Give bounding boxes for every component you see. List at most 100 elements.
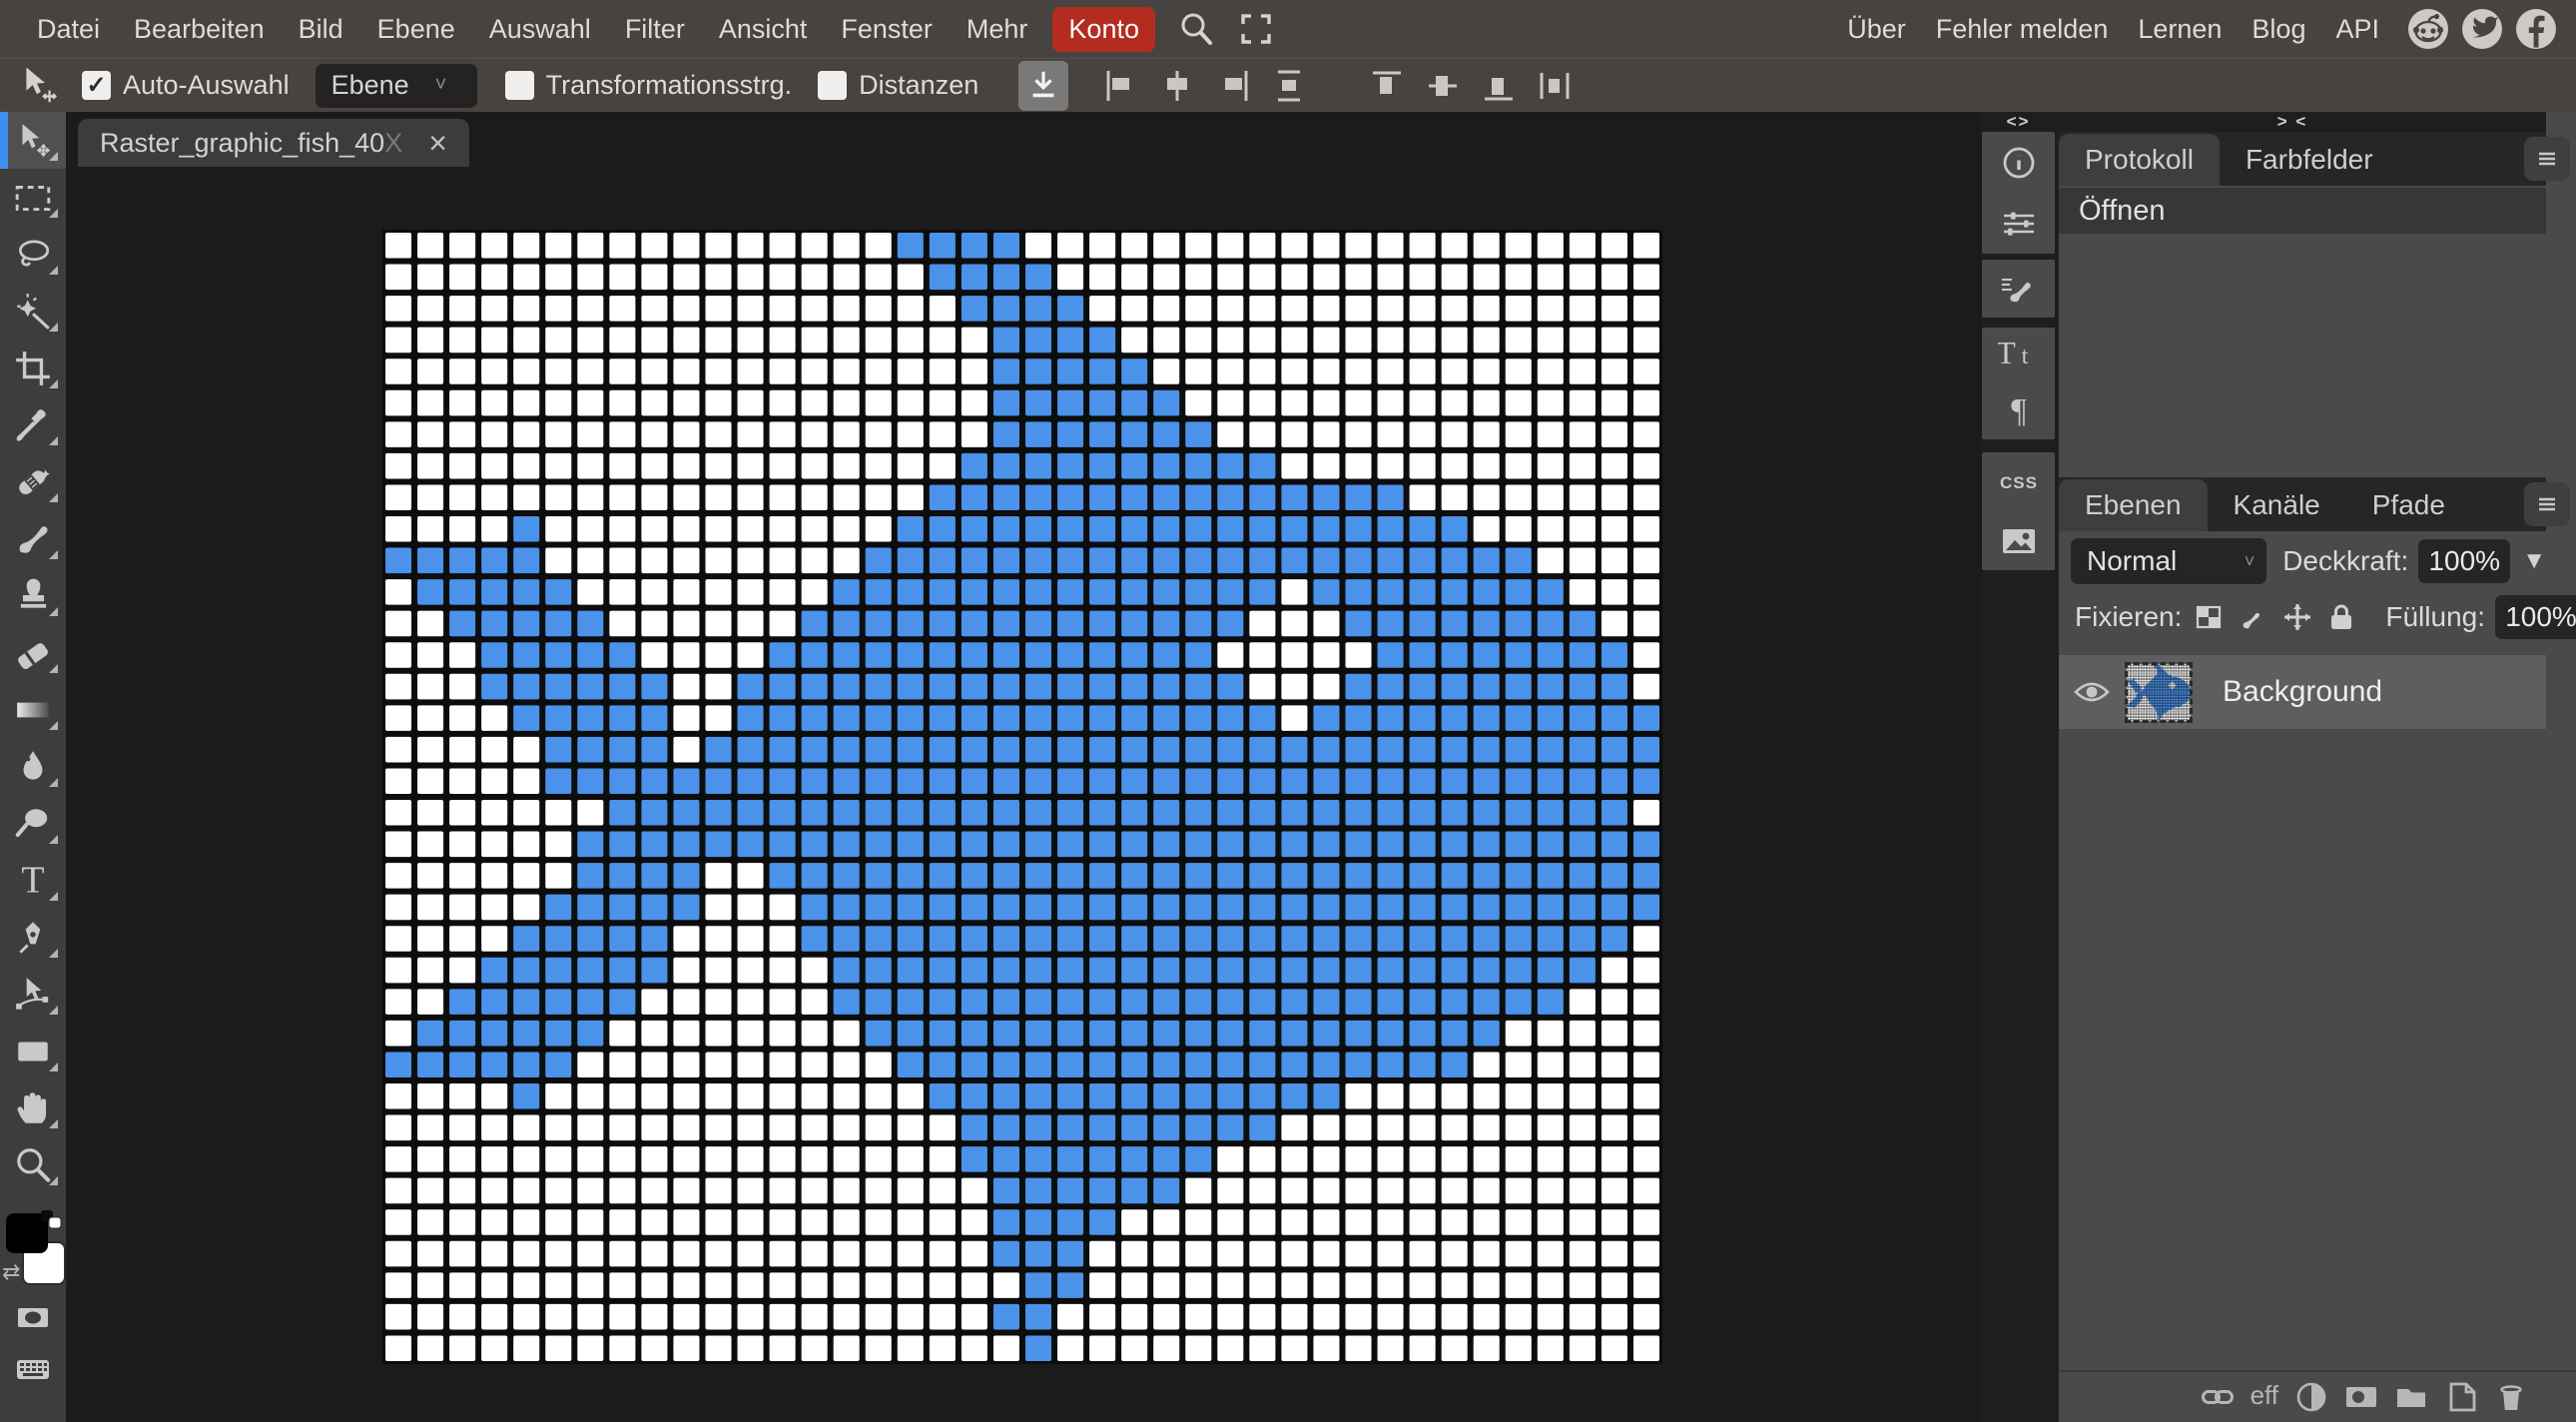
search-icon[interactable]	[1177, 10, 1215, 48]
layer-row-background[interactable]: Background	[2059, 655, 2546, 729]
checkbox-unchecked-icon	[818, 71, 848, 100]
strip-group	[1982, 132, 2055, 254]
lock-move-icon[interactable]	[2281, 601, 2325, 633]
align-middle-icon[interactable]	[1424, 67, 1462, 105]
photopea-window: Datei Bearbeiten Bild Ebene Auswahl Filter Ans…	[0, 0, 2576, 1422]
crop-tool[interactable]	[0, 340, 66, 396]
lock-transparency-icon[interactable]	[2194, 601, 2238, 633]
type-tool-icon: T	[13, 861, 53, 901]
hand-tool[interactable]	[0, 1079, 66, 1136]
menu-link-blog[interactable]: Blog	[2237, 14, 2320, 45]
rect-shape-tool[interactable]	[0, 1023, 66, 1079]
move-tool[interactable]	[0, 112, 66, 169]
tab-ebenen[interactable]: Ebenen	[2059, 479, 2208, 531]
zoom-tool[interactable]	[0, 1136, 66, 1193]
align-left-icon[interactable]	[1102, 67, 1140, 105]
menu-item-bearbeiten[interactable]: Bearbeiten	[117, 14, 282, 45]
spot-heal-tool[interactable]	[0, 453, 66, 510]
info-panel-icon[interactable]	[1998, 142, 2040, 184]
close-icon[interactable]: ×	[428, 127, 447, 159]
align-top-icon[interactable]	[1368, 67, 1406, 105]
delete-icon[interactable]	[2494, 1380, 2528, 1414]
default-colors-icon[interactable]	[40, 1209, 62, 1229]
layer-thumbnail-image	[2127, 663, 2191, 721]
paragraph-panel-icon[interactable]: ¶	[1998, 390, 2040, 432]
reddit-icon[interactable]	[2408, 9, 2448, 49]
target-select-dropdown[interactable]: Ebene ˅	[315, 63, 477, 108]
fill-value[interactable]: 100%	[2495, 595, 2576, 639]
menu-item-datei[interactable]: Datei	[20, 14, 117, 45]
fullscreen-icon[interactable]	[1237, 10, 1275, 48]
clone-stamp-tool[interactable]	[0, 567, 66, 624]
collapse-strip-toggle[interactable]: <>	[1982, 112, 2055, 132]
layer-visibility-eye-icon[interactable]	[2073, 677, 2111, 707]
color-swatches[interactable]: ⇄	[0, 1207, 66, 1291]
align-right-icon[interactable]	[1214, 67, 1252, 105]
history-item-open[interactable]: Öffnen	[2059, 188, 2546, 234]
menu-link-über[interactable]: Über	[1832, 14, 1921, 45]
new-layer-icon[interactable]	[2444, 1380, 2478, 1414]
effects-button[interactable]: eff	[2251, 1380, 2278, 1414]
tab-pfade[interactable]: Pfade	[2346, 479, 2471, 531]
menu-link-api[interactable]: API	[2320, 14, 2394, 45]
rect-select-tool[interactable]	[0, 169, 66, 226]
menu-item-ansicht[interactable]: Ansicht	[702, 14, 825, 45]
layers-panel-menu-button[interactable]	[2524, 482, 2570, 526]
keyboard-shortcuts-button[interactable]	[0, 1343, 66, 1395]
auto-align-button[interactable]	[1018, 60, 1069, 111]
menu-link-fehler-melden[interactable]: Fehler melden	[1921, 14, 2124, 45]
magic-wand-tool[interactable]	[0, 283, 66, 340]
quick-mask-button[interactable]	[0, 1291, 66, 1343]
mask-icon[interactable]	[2344, 1380, 2378, 1414]
swap-colors-icon[interactable]: ⇄	[2, 1259, 20, 1285]
lasso-tool[interactable]	[0, 226, 66, 283]
blur-tool[interactable]	[0, 738, 66, 795]
gradient-tool[interactable]	[0, 681, 66, 738]
menu-item-bild[interactable]: Bild	[282, 14, 360, 45]
menu-item-fenster[interactable]: Fenster	[824, 14, 950, 45]
facebook-icon[interactable]	[2516, 9, 2556, 49]
tab-protokoll[interactable]: Protokoll	[2059, 134, 2220, 186]
align-bottom-icon[interactable]	[1480, 67, 1518, 105]
checkbox-unchecked-icon	[504, 71, 534, 100]
transform-controls-checkbox[interactable]: Transformationsstrg.	[504, 70, 792, 101]
distances-checkbox[interactable]: Distanzen	[818, 70, 978, 101]
eraser-tool[interactable]	[0, 624, 66, 681]
auto-select-checkbox[interactable]: ✓ Auto-Auswahl	[82, 70, 290, 101]
layer-thumbnail[interactable]	[2125, 661, 2193, 723]
brush-settings-panel-icon[interactable]	[1998, 268, 2040, 310]
opacity-slider-toggle[interactable]: ▼	[2522, 547, 2546, 575]
tab-farbfelder[interactable]: Farbfelder	[2220, 134, 2399, 186]
tab-kanaele[interactable]: Kanäle	[2208, 479, 2346, 531]
distribute-h-icon[interactable]	[1536, 67, 1574, 105]
image-panel-icon[interactable]	[1998, 520, 2040, 562]
canvas[interactable]	[382, 230, 1662, 1364]
menu-link-lernen[interactable]: Lernen	[2123, 14, 2237, 45]
menu-item-filter[interactable]: Filter	[608, 14, 702, 45]
eyedropper-tool[interactable]	[0, 396, 66, 453]
brush-tool[interactable]	[0, 510, 66, 567]
lock-paint-icon[interactable]	[2238, 601, 2281, 633]
group-icon[interactable]	[2394, 1380, 2428, 1414]
properties-panel-icon[interactable]	[1998, 203, 2040, 245]
opacity-value[interactable]: 100%	[2418, 539, 2511, 583]
css-panel-icon[interactable]: CSS	[1998, 461, 2040, 503]
pen-tool[interactable]	[0, 909, 66, 966]
lock-all-icon[interactable]	[2325, 601, 2369, 633]
svg-text:¶: ¶	[2011, 392, 2027, 429]
distribute-v-icon[interactable]	[1270, 67, 1308, 105]
link-icon[interactable]	[2201, 1380, 2235, 1414]
account-button[interactable]: Konto	[1052, 6, 1155, 52]
menu-item-mehr[interactable]: Mehr	[950, 14, 1045, 45]
menu-item-auswahl[interactable]: Auswahl	[472, 14, 608, 45]
blend-mode-dropdown[interactable]: Normal ˅	[2071, 538, 2267, 584]
dodge-tool[interactable]	[0, 795, 66, 852]
type-tool[interactable]: T	[0, 852, 66, 909]
path-select-tool[interactable]	[0, 966, 66, 1023]
document-tab[interactable]: Raster_graphic_fish_40 X ×	[78, 119, 469, 167]
adjustment-icon[interactable]	[2294, 1380, 2328, 1414]
align-center-h-icon[interactable]	[1158, 67, 1196, 105]
twitter-icon[interactable]	[2462, 9, 2502, 49]
menu-item-ebene[interactable]: Ebene	[360, 14, 472, 45]
character-panel-icon[interactable]: Tt	[1998, 335, 2040, 376]
